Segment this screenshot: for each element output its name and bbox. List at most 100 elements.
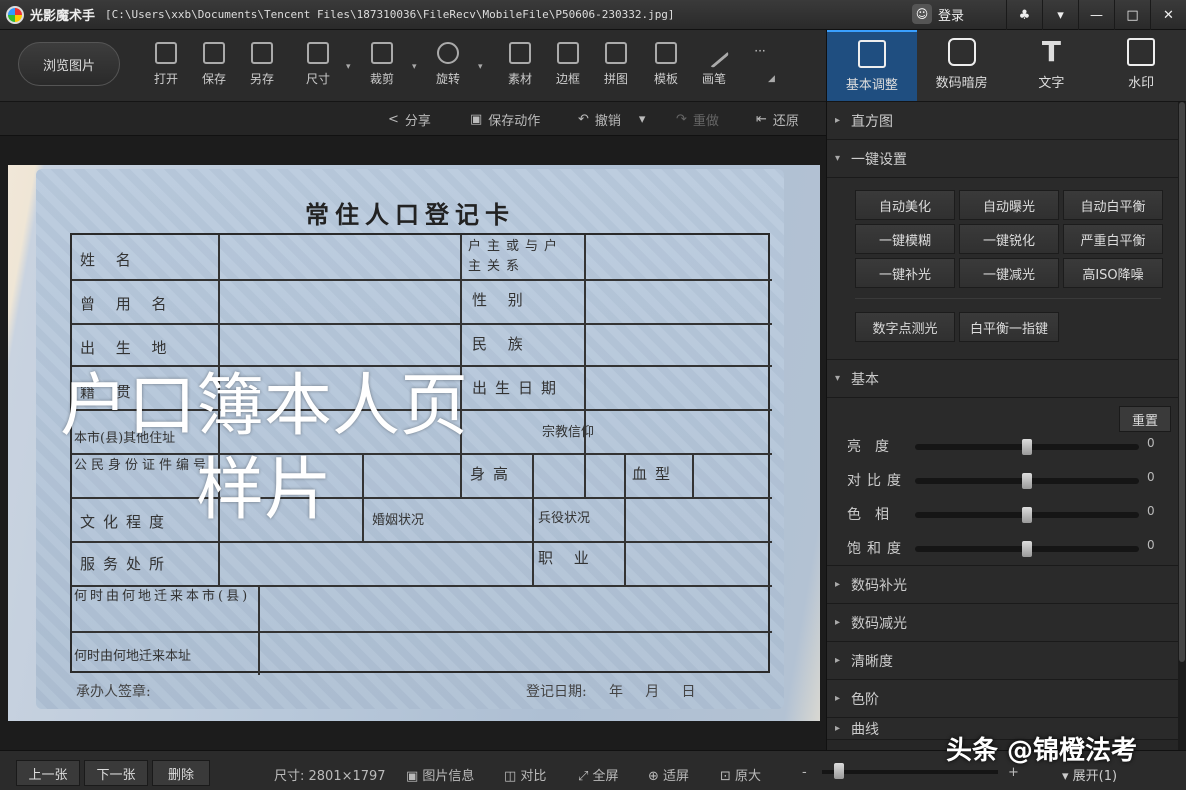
saturation-slider-knob[interactable] [1022, 541, 1032, 557]
field-height: 身高 [470, 465, 517, 483]
skin-button[interactable]: ♣ [1006, 0, 1042, 30]
image-canvas[interactable]: 常住人口登记卡 姓 名 户主或与户主关系 曾 用 名 性 别 出 生 地 民 族… [0, 136, 826, 750]
reset-button[interactable]: 重置 [1119, 406, 1171, 432]
save-action-button[interactable]: ▣ 保存动作 [470, 110, 540, 129]
auto-exposure-button[interactable]: 自动曝光 [959, 190, 1059, 220]
overlay-brand-watermark: 头条 @锦橙法考 [946, 736, 1138, 766]
delete-image-button[interactable]: 删除 [152, 760, 210, 786]
image-info-button[interactable]: ▣ 图片信息 [406, 765, 474, 784]
hue-slider-knob[interactable] [1022, 507, 1032, 523]
star-icon [509, 42, 531, 64]
expand-filmstrip-button[interactable]: ▾ 展开(1) [1062, 765, 1117, 784]
info-icon: ▣ [406, 769, 423, 784]
spot-metering-button[interactable]: 数字点测光 [855, 312, 955, 342]
template-icon [655, 42, 677, 64]
auto-beautify-button[interactable]: 自动美化 [855, 190, 955, 220]
saturation-slider[interactable] [915, 541, 1139, 557]
one-click-blur-button[interactable]: 一键模糊 [855, 224, 955, 254]
redo-icon: ↷ [676, 112, 687, 127]
crop-dropdown-icon[interactable]: ▾ [412, 62, 417, 72]
save-button[interactable]: 保存 [192, 42, 236, 87]
save-as-icon [251, 42, 273, 64]
zoom-slider[interactable] [822, 770, 998, 774]
high-iso-denoise-button[interactable]: 高ISO降噪 [1063, 258, 1163, 288]
share-button[interactable]: < 分享 [388, 110, 431, 129]
rotate-button[interactable]: 旋转 [426, 42, 470, 87]
section-quick-settings[interactable]: ▾ 一键设置 [827, 140, 1186, 178]
tab-text[interactable]: T 文字 [1007, 30, 1097, 101]
border-button[interactable]: 边框 [546, 42, 590, 87]
field-moved-in-city: 何时由何地迁来本市(县) [74, 589, 251, 604]
undo-button[interactable]: ↶ 撤销 ▾ [578, 110, 645, 129]
actual-size-icon: ⊡ [720, 769, 736, 784]
section-clarity[interactable]: ▸ 清晰度 [827, 642, 1186, 680]
material-button[interactable]: 素材 [498, 42, 542, 87]
reduce-light-button[interactable]: 一键减光 [959, 258, 1059, 288]
menu-button[interactable]: ▾ [1042, 0, 1078, 30]
section-basic[interactable]: ▾ 基本 [827, 360, 1186, 398]
saturation-value: 0 [1147, 538, 1155, 552]
login-button[interactable]: ☺ 登录 [912, 4, 964, 24]
fit-screen-button[interactable]: ⊕ 适屏 [648, 765, 689, 784]
maximize-button[interactable]: □ [1114, 0, 1150, 30]
previous-image-button[interactable]: 上一张 [16, 760, 80, 786]
tab-watermark[interactable]: 水印 [1096, 30, 1186, 101]
rotate-dropdown-icon[interactable]: ▾ [478, 62, 483, 72]
size-button[interactable]: 尺寸 [296, 42, 340, 87]
auto-white-balance-button[interactable]: 自动白平衡 [1063, 190, 1163, 220]
size-dropdown-icon[interactable]: ▾ [346, 62, 351, 72]
open-button[interactable]: 打开 [144, 42, 188, 87]
tab-darkroom[interactable]: 数码暗房 [917, 30, 1007, 101]
fullscreen-button[interactable]: ⤢ 全屏 [578, 765, 619, 784]
one-click-sharpen-button[interactable]: 一键锐化 [959, 224, 1059, 254]
compare-button[interactable]: ◫ 对比 [504, 765, 546, 784]
expand-toolbar-icon[interactable]: ◢ [768, 74, 775, 84]
actual-size-button[interactable]: ⊡ 原大 [720, 765, 761, 784]
more-button[interactable]: ··· [738, 44, 782, 58]
section-fill-light[interactable]: ▸ 数码补光 [827, 566, 1186, 604]
close-button[interactable]: ✕ [1150, 0, 1186, 30]
title-bar: 光影魔术手 [C:\Users\xxb\Documents\Tencent Fi… [0, 0, 1186, 30]
contrast-value: 0 [1147, 470, 1155, 484]
next-image-button[interactable]: 下一张 [84, 760, 148, 786]
zoom-out-icon[interactable]: - [802, 765, 807, 780]
brightness-slider-row: 亮度 0 [847, 436, 1167, 456]
template-button[interactable]: 模板 [644, 42, 688, 87]
section-histogram[interactable]: ▸ 直方图 [827, 102, 1186, 140]
undo-icon: ↶ [578, 112, 589, 127]
tab-basic-adjust[interactable]: 基本调整 [827, 30, 917, 101]
strong-white-balance-button[interactable]: 严重白平衡 [1063, 224, 1163, 254]
brush-button[interactable]: 画笔 [692, 37, 736, 87]
section-reduce-light[interactable]: ▸ 数码减光 [827, 604, 1186, 642]
zoom-slider-knob[interactable] [834, 763, 844, 779]
chevron-right-icon: ▸ [835, 115, 841, 126]
redo-button[interactable]: ↷ 重做 [676, 110, 719, 129]
browse-images-button[interactable]: 浏览图片 [18, 42, 120, 86]
contrast-slider-knob[interactable] [1022, 473, 1032, 489]
contrast-slider[interactable] [915, 473, 1139, 489]
undo-dropdown-icon[interactable]: ▾ [639, 112, 646, 127]
panel-scrollbar-thumb[interactable] [1179, 102, 1185, 662]
section-levels[interactable]: ▸ 色阶 [827, 680, 1186, 718]
crop-button[interactable]: 裁剪 [360, 42, 404, 87]
saturation-label: 饱和度 [847, 541, 907, 557]
brightness-slider-knob[interactable] [1022, 439, 1032, 455]
open-icon [155, 42, 177, 64]
fill-light-button[interactable]: 一键补光 [855, 258, 955, 288]
brightness-slider[interactable] [915, 439, 1139, 455]
camera-icon [947, 38, 976, 66]
minimize-button[interactable]: — [1078, 0, 1114, 30]
image-dimensions: 尺寸: 2801×1797 [274, 769, 386, 784]
registration-form-grid: 姓 名 户主或与户主关系 曾 用 名 性 别 出 生 地 民 族 籍 贯 出生日… [70, 233, 772, 675]
collage-button[interactable]: 拼图 [594, 42, 638, 87]
zoom-in-icon[interactable]: + [1008, 765, 1019, 780]
menu-icon: ▾ [1057, 7, 1064, 23]
save-as-button[interactable]: 另存 [240, 42, 284, 87]
rotate-icon [437, 42, 459, 64]
field-name: 姓 名 [80, 251, 139, 269]
white-balance-picker-button[interactable]: 白平衡一指键 [959, 312, 1059, 342]
hue-slider[interactable] [915, 507, 1139, 523]
grid-icon [605, 42, 627, 64]
panel-scrollbar[interactable] [1178, 102, 1186, 750]
restore-button[interactable]: ⇤ 还原 [756, 110, 799, 129]
